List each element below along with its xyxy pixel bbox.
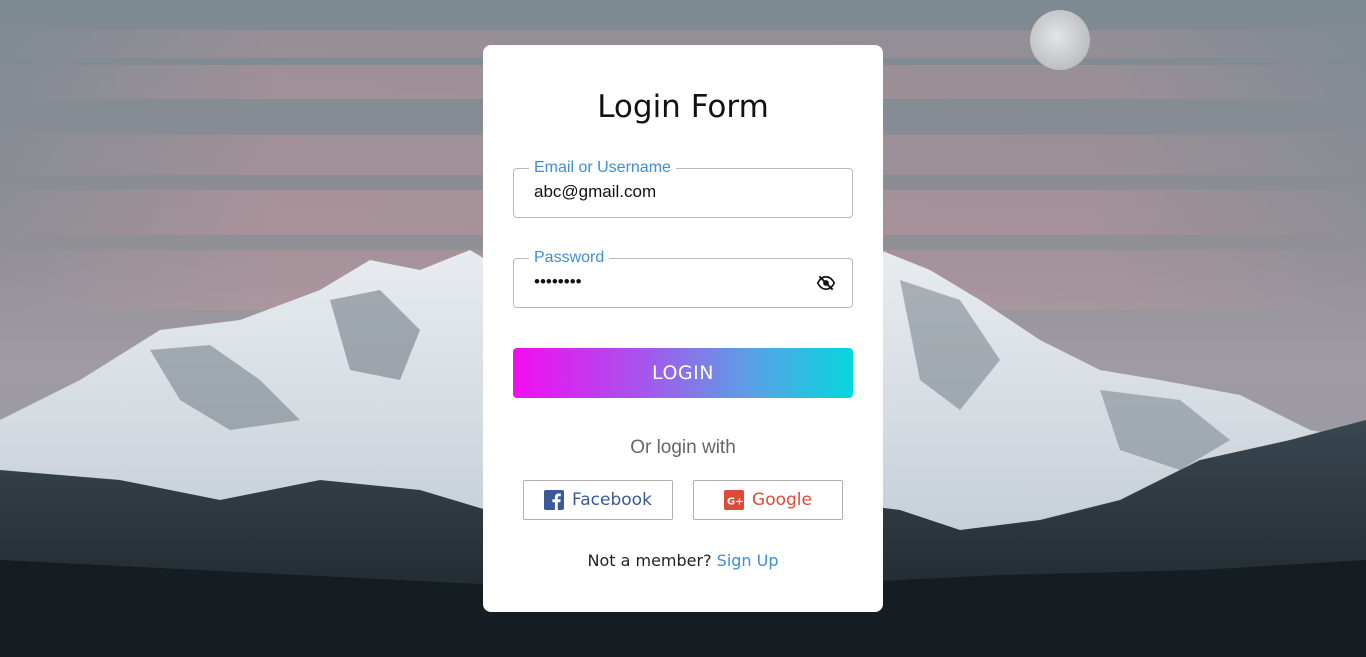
- google-label: Google: [752, 490, 812, 510]
- form-title: Login Form: [597, 89, 769, 125]
- email-field[interactable]: Email or Username: [513, 159, 853, 218]
- email-label: Email or Username: [529, 159, 676, 177]
- password-label: Password: [529, 249, 610, 267]
- google-login-button[interactable]: G+ Google: [693, 480, 843, 520]
- facebook-login-button[interactable]: Facebook: [523, 480, 673, 520]
- signup-link[interactable]: Sign Up: [717, 551, 779, 570]
- password-field[interactable]: Password: [513, 249, 853, 308]
- google-plus-icon: G+: [724, 490, 745, 510]
- or-login-with-text: Or login with: [630, 437, 736, 458]
- signup-prompt: Not a member?: [587, 551, 712, 570]
- login-button[interactable]: LOGIN: [513, 348, 853, 398]
- signup-line: Not a member? Sign Up: [483, 550, 883, 572]
- password-input[interactable]: [534, 271, 814, 293]
- eye-slash-icon[interactable]: [816, 273, 836, 293]
- facebook-icon: [544, 490, 565, 510]
- facebook-label: Facebook: [572, 490, 652, 510]
- login-card: Login Form Email or Username Password LO…: [483, 45, 883, 612]
- svg-text:G+: G+: [727, 497, 744, 508]
- email-input[interactable]: [534, 181, 814, 203]
